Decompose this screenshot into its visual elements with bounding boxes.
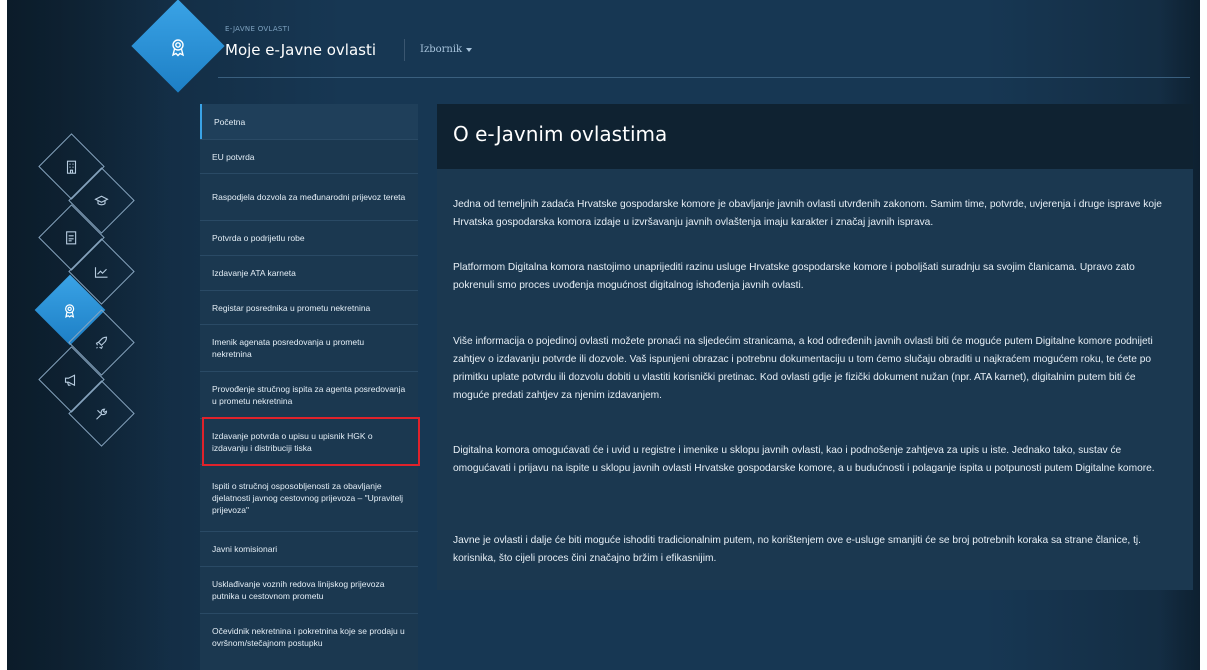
content-paragraph: Jedna od temeljnih zadaća Hrvatske gospo… [453, 199, 1162, 228]
nav-item-label: Izdavanje ATA karneta [212, 268, 296, 278]
caret-down-icon [466, 47, 473, 52]
nav-item-eu-potvrda[interactable]: EU potvrda [200, 140, 418, 173]
app-section-label: E-JAVNE OVLASTI [225, 25, 290, 33]
nav-item-ata-karnet[interactable]: Izdavanje ATA karneta [200, 256, 418, 290]
header-divider [404, 39, 405, 61]
nav-item-izdavanje-potvrda-tisak[interactable]: Izdavanje potvrda o upisu u upisnik HGK … [200, 419, 418, 464]
award-icon [63, 303, 77, 318]
nav-item-label: Izdavanje potvrda o upisu u upisnik HGK … [212, 430, 373, 453]
app-title: Moje e-Javne ovlasti [225, 41, 377, 59]
nav-item-label: Provođenje stručnog ispita za agenta pos… [212, 384, 406, 406]
nav-item-upravitelj-prijevoza[interactable]: Ispiti o stručnoj osposobljenosti za oba… [200, 465, 418, 531]
tools-icon [95, 407, 109, 421]
nav-item-label: Očevidnik nekretnina i pokretnina koje s… [212, 626, 405, 648]
content-paragraph: Više informacija o pojedinoj ovlasti mož… [453, 336, 1153, 401]
megaphone-icon [64, 373, 79, 386]
nav-item-pocetna[interactable]: Početna [200, 104, 418, 139]
rocket-icon [95, 335, 109, 350]
header-underline [218, 77, 1190, 78]
nav-item-label: Usklađivanje voznih redova linijskog pri… [212, 579, 385, 601]
nav-item-label: EU potvrda [212, 151, 255, 162]
nav-item-label: Ispiti o stručnoj osposobljenosti za oba… [212, 481, 404, 515]
nav-item-raspodjela-dozvola[interactable]: Raspodjela dozvola za međunarodni prijev… [200, 174, 418, 220]
nav-item-label: Raspodjela dozvola za međunarodni prijev… [212, 192, 406, 202]
nav-item-vozni-redovi[interactable]: Usklađivanje voznih redova linijskog pri… [200, 567, 418, 613]
nav-item-strucni-ispit-agent[interactable]: Provođenje stručnog ispita za agenta pos… [200, 372, 418, 418]
content-paragraph: Platformom Digitalna komora nastojimo un… [453, 262, 1135, 291]
sidebar-nav: Početna EU potvrda Raspodjela dozvola za… [200, 104, 418, 670]
nav-item-registar-posrednika[interactable]: Registar posrednika u prometu nekretnina [200, 291, 418, 324]
chart-icon [94, 266, 109, 278]
nav-item-label: Potvrda o podrijetlu robe [212, 233, 305, 243]
menu-label: Izbornik [420, 44, 463, 55]
nav-item-ocevidnik-nekretnina[interactable]: Očevidnik nekretnina i pokretnina koje s… [200, 614, 418, 660]
nav-item-imenik-agenata[interactable]: Imenik agenata posredovanja u prometu ne… [200, 325, 418, 371]
award-icon [165, 34, 191, 60]
nav-item-javni-komisionari[interactable]: Javni komisionari [200, 532, 418, 566]
nav-item-label: Javni komisionari [212, 544, 278, 554]
building-icon [66, 159, 78, 174]
page-title: O e-Javnim ovlastima [453, 122, 668, 146]
content-paragraph: Javne je ovlasti i dalje će biti moguće … [453, 535, 1141, 564]
nav-item-label: Registar posrednika u prometu nekretnina [212, 302, 371, 313]
content-paragraph: Digitalna komora omogućavati će i uvid u… [453, 445, 1155, 474]
nav-item-label: Početna [214, 116, 246, 127]
graduation-cap-icon [94, 194, 109, 207]
menu-dropdown-button[interactable]: Izbornik [420, 44, 473, 55]
nav-item-label: Imenik agenata posredovanja u prometu ne… [212, 337, 365, 359]
nav-item-potvrda-podrijetlu[interactable]: Potvrda o podrijetlu robe [200, 221, 418, 255]
document-icon [66, 230, 77, 245]
